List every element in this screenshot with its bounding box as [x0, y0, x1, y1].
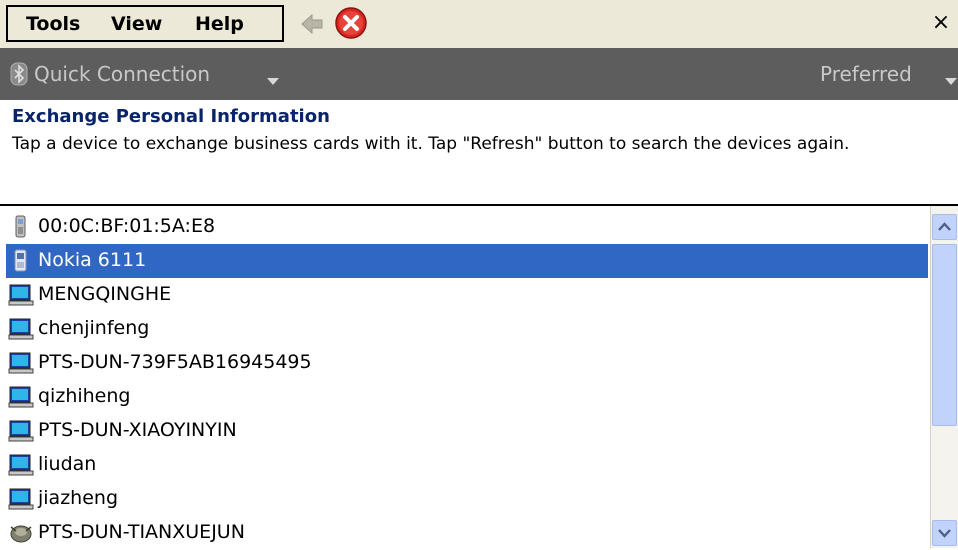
scroll-down-button[interactable] — [932, 520, 957, 546]
computer-icon — [8, 419, 34, 443]
instructions-text: Tap a device to exchange business cards … — [12, 134, 850, 154]
computer-icon — [8, 317, 34, 341]
stop-icon[interactable] — [334, 6, 368, 40]
misc-device-icon — [8, 521, 34, 545]
menu-help[interactable]: Help — [195, 13, 244, 35]
device-name: Nokia 6111 — [38, 249, 147, 271]
list-item[interactable]: PTS-DUN-XIAOYINYIN — [6, 414, 928, 448]
chevron-down-icon — [938, 529, 951, 538]
scroll-up-button[interactable] — [932, 214, 957, 240]
list-item[interactable]: MENGQINGHE — [6, 278, 928, 312]
device-name: MENGQINGHE — [38, 283, 172, 305]
device-name: PTS-DUN-XIAOYINYIN — [38, 419, 237, 441]
list-item[interactable]: liudan — [6, 448, 928, 482]
computer-icon — [8, 283, 34, 307]
list-item[interactable]: jiazheng — [6, 482, 928, 516]
scrollbar[interactable] — [930, 206, 958, 548]
computer-icon — [8, 351, 34, 375]
computer-icon — [8, 453, 34, 477]
list-item[interactable]: PTS-DUN-TIANXUEJUN — [6, 516, 928, 550]
chevron-down-icon[interactable] — [945, 71, 957, 90]
device-name: jiazheng — [38, 487, 119, 509]
computer-icon — [8, 385, 34, 409]
device-name: PTS-DUN-739F5AB16945495 — [38, 351, 312, 373]
back-arrow-icon[interactable] — [298, 11, 326, 37]
chevron-up-icon — [938, 222, 951, 231]
connection-bar: Quick Connection Preferred — [0, 48, 958, 100]
device-name: qizhiheng — [38, 385, 131, 407]
list-item[interactable]: PTS-DUN-739F5AB16945495 — [6, 346, 928, 380]
menu-view[interactable]: View — [111, 13, 162, 35]
phone-icon — [8, 215, 34, 239]
quick-connection-dropdown[interactable]: Quick Connection — [34, 62, 210, 86]
menu-tools[interactable]: Tools — [26, 13, 80, 35]
page-title: Exchange Personal Information — [12, 106, 330, 127]
device-list: 00:0C:BF:01:5A:E8 Nokia 6111 MENGQINGHE — [0, 204, 958, 548]
device-name: PTS-DUN-TIANXUEJUN — [38, 521, 245, 543]
list-item-selected[interactable]: Nokia 6111 — [6, 244, 928, 278]
device-name: chenjinfeng — [38, 317, 150, 339]
toolbar: Tools View Help × — [0, 0, 958, 48]
phone-icon — [8, 249, 34, 273]
list-item[interactable]: chenjinfeng — [6, 312, 928, 346]
list-item[interactable]: 00:0C:BF:01:5A:E8 — [6, 210, 928, 244]
menu-bar: Tools View Help — [6, 5, 284, 42]
chevron-down-icon[interactable] — [267, 71, 279, 90]
device-name: 00:0C:BF:01:5A:E8 — [38, 215, 216, 237]
computer-icon — [8, 487, 34, 511]
bluetooth-icon — [10, 62, 28, 86]
preferred-dropdown[interactable]: Preferred — [820, 62, 912, 86]
device-name: liudan — [38, 453, 97, 475]
close-icon[interactable]: × — [928, 10, 954, 36]
list-item[interactable]: qizhiheng — [6, 380, 928, 414]
scrollbar-thumb[interactable] — [932, 244, 957, 426]
